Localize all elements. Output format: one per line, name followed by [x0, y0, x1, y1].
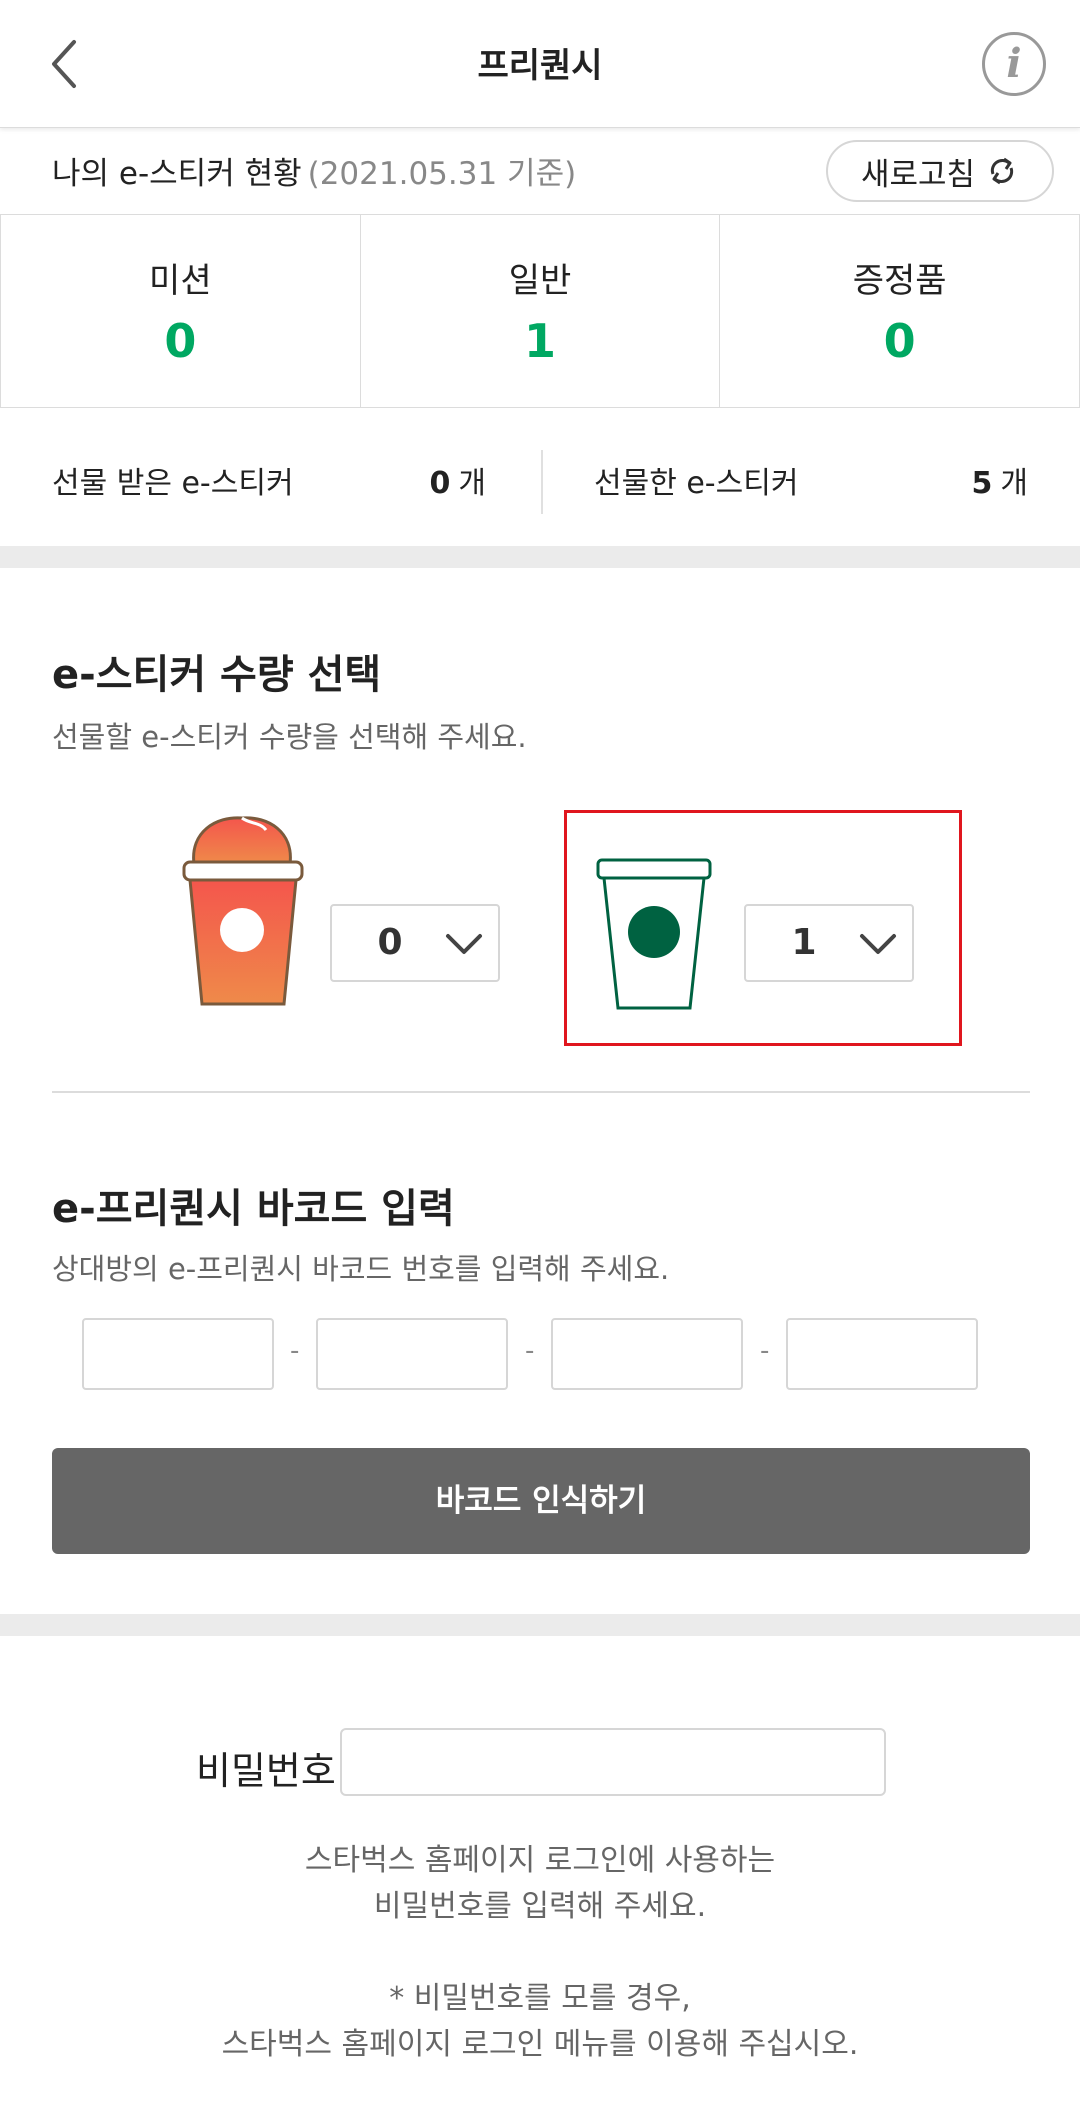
sticker-counts: 미션 0 일반 1 증정품 0 — [0, 214, 1080, 408]
password-input[interactable] — [340, 1728, 886, 1796]
info-icon: i — [1006, 40, 1022, 87]
gift-summary: 선물 받은 e-스티커 0개 선물한 e-스티커 5개 — [0, 408, 1080, 546]
gift-sent-value: 5개 — [972, 458, 1028, 502]
info-button[interactable]: i — [982, 32, 1046, 96]
gift-sent-label: 선물한 e-스티커 — [594, 466, 799, 501]
barcode-field-4[interactable] — [786, 1318, 978, 1390]
gift-received-label: 선물 받은 e-스티커 — [52, 466, 294, 501]
page-title: 프리퀀시 — [477, 46, 603, 86]
section-divider — [52, 1091, 1030, 1093]
barcode-section-title: e-프리퀀시 바코드 입력 — [52, 1186, 455, 1232]
gift-received-unit: 개 — [458, 466, 486, 501]
count-value: 0 — [164, 314, 197, 368]
mission-quantity-value: 0 — [377, 922, 403, 963]
password-help-1: 스타벅스 홈페이지 로그인에 사용하는 — [304, 1843, 776, 1878]
section-separator — [0, 546, 1080, 568]
mission-cup-icon — [182, 816, 304, 1006]
count-label: 일반 — [508, 261, 572, 301]
mission-quantity-select[interactable]: 0 — [330, 904, 500, 982]
app-header: 프리퀀시 i — [0, 0, 1080, 128]
count-value: 1 — [524, 314, 557, 368]
count-value: 0 — [883, 314, 916, 368]
barcode-field-3[interactable] — [551, 1318, 743, 1390]
gift-sent-count: 5 — [971, 466, 993, 501]
password-note-1: * 비밀번호를 모를 경우, — [389, 1981, 691, 2016]
barcode-field-2[interactable] — [316, 1318, 508, 1390]
quantity-section-desc: 선물할 e-스티커 수량을 선택해 주세요. — [52, 720, 527, 754]
chevron-down-icon — [446, 934, 482, 954]
gift-received-count: 0 — [429, 466, 451, 501]
gift-sent: 선물한 e-스티커 5개 — [540, 408, 1080, 546]
section-separator — [0, 1614, 1080, 1636]
refresh-label: 새로고침 — [860, 156, 976, 193]
gift-received-value: 0개 — [430, 458, 486, 502]
password-help-2: 비밀번호를 입력해 주세요. — [373, 1889, 707, 1924]
barcode-field-1[interactable] — [82, 1318, 274, 1390]
refresh-button[interactable]: 새로고침 — [826, 140, 1054, 202]
barcode-separator: - — [290, 1336, 300, 1366]
status-date: (2021.05.31 기준) — [307, 156, 577, 192]
scan-barcode-button[interactable]: 바코드 인식하기 — [52, 1448, 1030, 1554]
status-title-text: 나의 e-스티커 현황 — [52, 156, 302, 192]
quantity-section-title: e-스티커 수량 선택 — [52, 652, 382, 698]
count-label: 증정품 — [852, 261, 947, 301]
selection-highlight — [564, 810, 962, 1046]
barcode-separator: - — [525, 1336, 535, 1366]
count-mission: 미션 0 — [0, 215, 361, 407]
password-note-2: 스타벅스 홈페이지 로그인 메뉴를 이용해 주십시오. — [221, 2027, 859, 2062]
barcode-section-desc: 상대방의 e-프리퀀시 바코드 번호를 입력해 주세요. — [52, 1252, 670, 1286]
password-label: 비밀번호 — [196, 1749, 336, 1793]
count-label: 미션 — [149, 261, 212, 301]
count-gift: 증정품 0 — [719, 215, 1080, 407]
gift-received: 선물 받은 e-스티커 0개 — [0, 408, 540, 546]
sticker-status-title: 나의 e-스티커 현황 (2021.05.31 기준) — [52, 148, 576, 193]
gift-sent-unit: 개 — [1000, 466, 1028, 501]
refresh-icon — [990, 157, 1014, 185]
count-regular: 일반 1 — [359, 215, 721, 407]
barcode-separator: - — [760, 1336, 770, 1366]
gift-divider — [541, 450, 543, 514]
